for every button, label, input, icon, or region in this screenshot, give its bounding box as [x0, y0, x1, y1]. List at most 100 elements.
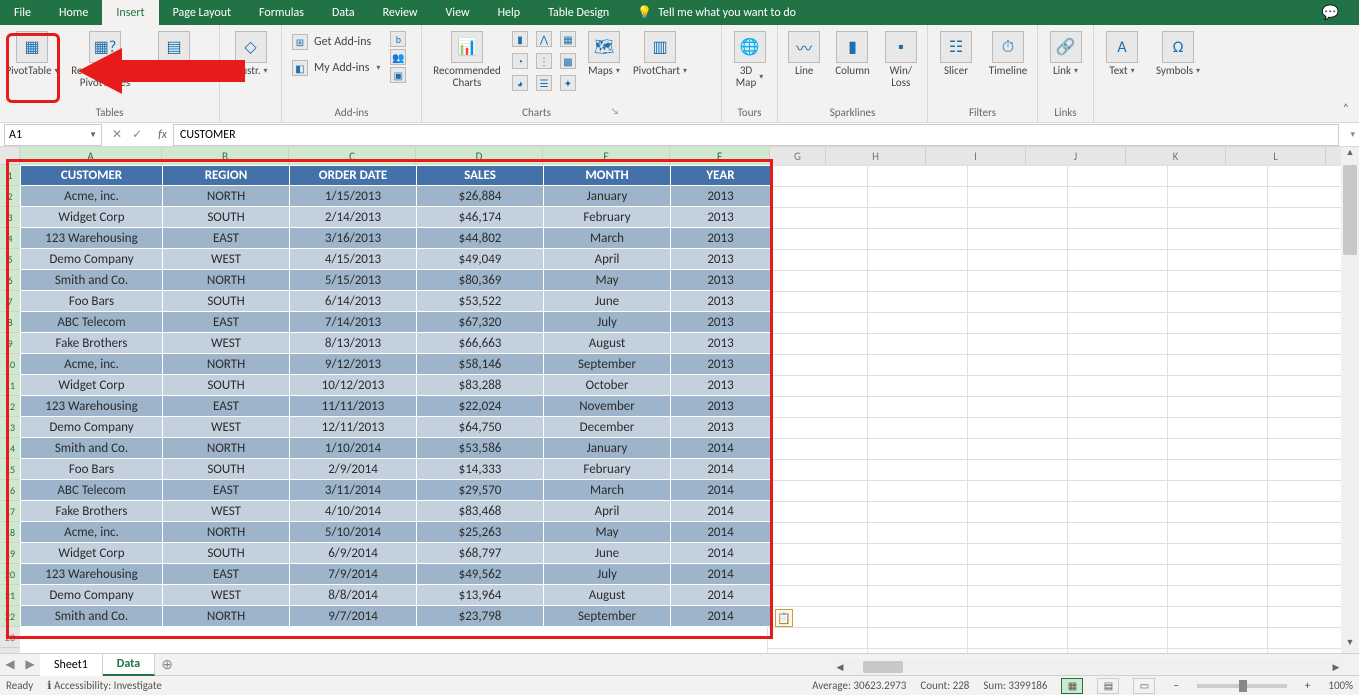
table-cell[interactable]: 8/13/2013 — [290, 333, 417, 354]
table-cell[interactable]: $80,369 — [417, 270, 544, 291]
table-cell[interactable]: 8/8/2014 — [290, 585, 417, 606]
table-row[interactable]: Smith and Co.NORTH1/10/2014$53,586Januar… — [21, 438, 771, 459]
table-cell[interactable]: $44,802 — [417, 228, 544, 249]
zoom-level[interactable]: 100% — [1328, 679, 1353, 692]
table-row[interactable]: ABC TelecomEAST3/11/2014$29,570March2014 — [21, 480, 771, 501]
recommended-charts-button[interactable]: 📊 Recommended Charts — [426, 27, 508, 105]
hierarchy-icon[interactable]: ◔ — [512, 53, 528, 69]
row-header-20[interactable]: 20 — [0, 564, 20, 585]
table-cell[interactable]: $49,049 — [417, 249, 544, 270]
table-cell[interactable]: Demo Company — [21, 249, 163, 270]
table-cell[interactable]: 2013 — [671, 312, 771, 333]
table-cell[interactable]: $49,562 — [417, 564, 544, 585]
table-cell[interactable]: December — [544, 417, 671, 438]
column-header-B[interactable]: B — [162, 147, 289, 165]
table-cell[interactable]: WEST — [163, 249, 290, 270]
vertical-scrollbar[interactable]: ▲ ▼ — [1341, 147, 1359, 653]
table-cell[interactable]: April — [544, 501, 671, 522]
zoom-in-button[interactable]: + — [1301, 679, 1314, 692]
table-cell[interactable]: 2014 — [671, 585, 771, 606]
table-cell[interactable]: 123 Warehousing — [21, 228, 163, 249]
table-cell[interactable]: 3/11/2014 — [290, 480, 417, 501]
sparkline-line-button[interactable]: 〰Line — [782, 27, 826, 105]
table-cell[interactable]: Widget Corp — [21, 207, 163, 228]
table-cell[interactable]: EAST — [163, 480, 290, 501]
column-header-I[interactable]: I — [926, 147, 1026, 165]
table-cell[interactable]: April — [544, 249, 671, 270]
table-cell[interactable]: 2014 — [671, 564, 771, 585]
sheet-nav-next[interactable]: ▶ — [20, 657, 40, 672]
row-header-19[interactable]: 19 — [0, 543, 20, 564]
fx-icon[interactable]: fx — [152, 128, 173, 142]
view-layout-button[interactable]: ▤ — [1097, 678, 1119, 694]
table-cell[interactable]: Smith and Co. — [21, 606, 163, 627]
column-header-J[interactable]: J — [1026, 147, 1126, 165]
pie-chart-icon[interactable]: ◕ — [512, 75, 528, 91]
menu-tab-home[interactable]: Home — [45, 0, 102, 25]
text-button[interactable]: AText▾ — [1098, 27, 1146, 105]
row-header-10[interactable]: 10 — [0, 354, 20, 375]
table-cell[interactable]: $64,750 — [417, 417, 544, 438]
table-row[interactable]: Foo BarsSOUTH2/9/2014$14,333February2014 — [21, 459, 771, 480]
table-cell[interactable]: 2014 — [671, 480, 771, 501]
table-cell[interactable]: 2014 — [671, 459, 771, 480]
table-cell[interactable]: Fake Brothers — [21, 333, 163, 354]
table-cell[interactable]: $83,468 — [417, 501, 544, 522]
table-cell[interactable]: Acme, inc. — [21, 354, 163, 375]
table-cell[interactable]: January — [544, 438, 671, 459]
horizontal-scrollbar-thumb[interactable] — [863, 661, 903, 673]
row-header-11[interactable]: 11 — [0, 375, 20, 396]
table-cell[interactable]: 9/12/2013 — [290, 354, 417, 375]
table-cell[interactable]: $53,522 — [417, 291, 544, 312]
table-cell[interactable]: 6/14/2013 — [290, 291, 417, 312]
scroll-left-icon[interactable]: ◀ — [833, 662, 847, 673]
menu-tab-help[interactable]: Help — [484, 0, 535, 25]
view-pagebreak-button[interactable]: ▭ — [1133, 678, 1155, 694]
row-header-12[interactable]: 12 — [0, 396, 20, 417]
bar-chart-icon[interactable]: ▮ — [512, 31, 528, 47]
comments-icon[interactable]: 💬 — [1322, 4, 1339, 21]
row-header-1[interactable]: 1 — [0, 165, 20, 186]
collapse-ribbon-icon[interactable]: ˄ — [1343, 102, 1349, 116]
table-cell[interactable]: Smith and Co. — [21, 438, 163, 459]
row-header-17[interactable]: 17 — [0, 501, 20, 522]
table-cell[interactable]: 4/10/2014 — [290, 501, 417, 522]
row-header-21[interactable]: 21 — [0, 585, 20, 606]
table-cell[interactable]: Fake Brothers — [21, 501, 163, 522]
horizontal-scrollbar[interactable]: ◀ ▶ — [833, 659, 1343, 675]
sparkline-winloss-button[interactable]: ▪Win/ Loss — [879, 27, 923, 105]
table-cell[interactable]: 2013 — [671, 186, 771, 207]
pivottable-button[interactable]: ▦ PivotTable▾ — [4, 27, 60, 105]
pivotchart-button[interactable]: ▥ PivotChart▾ — [632, 27, 688, 105]
table-cell[interactable]: 2013 — [671, 396, 771, 417]
cells-area[interactable]: CUSTOMERREGIONORDER DATESALESMONTHYEAR A… — [20, 165, 1341, 653]
table-cell[interactable]: $68,797 — [417, 543, 544, 564]
row-header-14[interactable]: 14 — [0, 438, 20, 459]
table-cell[interactable]: EAST — [163, 564, 290, 585]
table-cell[interactable]: 4/15/2013 — [290, 249, 417, 270]
get-addins-button[interactable]: ⊞ Get Add-ins — [286, 31, 386, 53]
row-header-16[interactable]: 16 — [0, 480, 20, 501]
sheet-tab-data[interactable]: Data — [103, 654, 155, 676]
table-cell[interactable]: September — [544, 354, 671, 375]
surface-icon[interactable]: ▩ — [560, 53, 576, 69]
row-header-6[interactable]: 6 — [0, 270, 20, 291]
formula-bar-input[interactable]: CUSTOMER — [173, 124, 1339, 146]
table-cell[interactable]: 2014 — [671, 501, 771, 522]
table-cell[interactable]: SOUTH — [163, 459, 290, 480]
menu-tab-table-design[interactable]: Table Design — [534, 0, 623, 25]
menu-tab-insert[interactable]: Insert — [102, 0, 158, 25]
table-cell[interactable]: 2/14/2013 — [290, 207, 417, 228]
3d-map-button[interactable]: 🌐 3D Map▾ — [726, 27, 773, 105]
radar-icon[interactable]: ✦ — [560, 75, 576, 91]
table-cell[interactable]: June — [544, 543, 671, 564]
statistic-icon[interactable]: ☰ — [536, 75, 552, 91]
table-cell[interactable]: 2013 — [671, 291, 771, 312]
table-row[interactable]: Fake BrothersWEST4/10/2014$83,468April20… — [21, 501, 771, 522]
column-header-F[interactable]: F — [670, 147, 770, 165]
table-cell[interactable]: $13,964 — [417, 585, 544, 606]
table-cell[interactable]: 123 Warehousing — [21, 396, 163, 417]
table-cell[interactable]: NORTH — [163, 606, 290, 627]
table-row[interactable]: Fake BrothersWEST8/13/2013$66,663August2… — [21, 333, 771, 354]
table-cell[interactable]: 7/14/2013 — [290, 312, 417, 333]
